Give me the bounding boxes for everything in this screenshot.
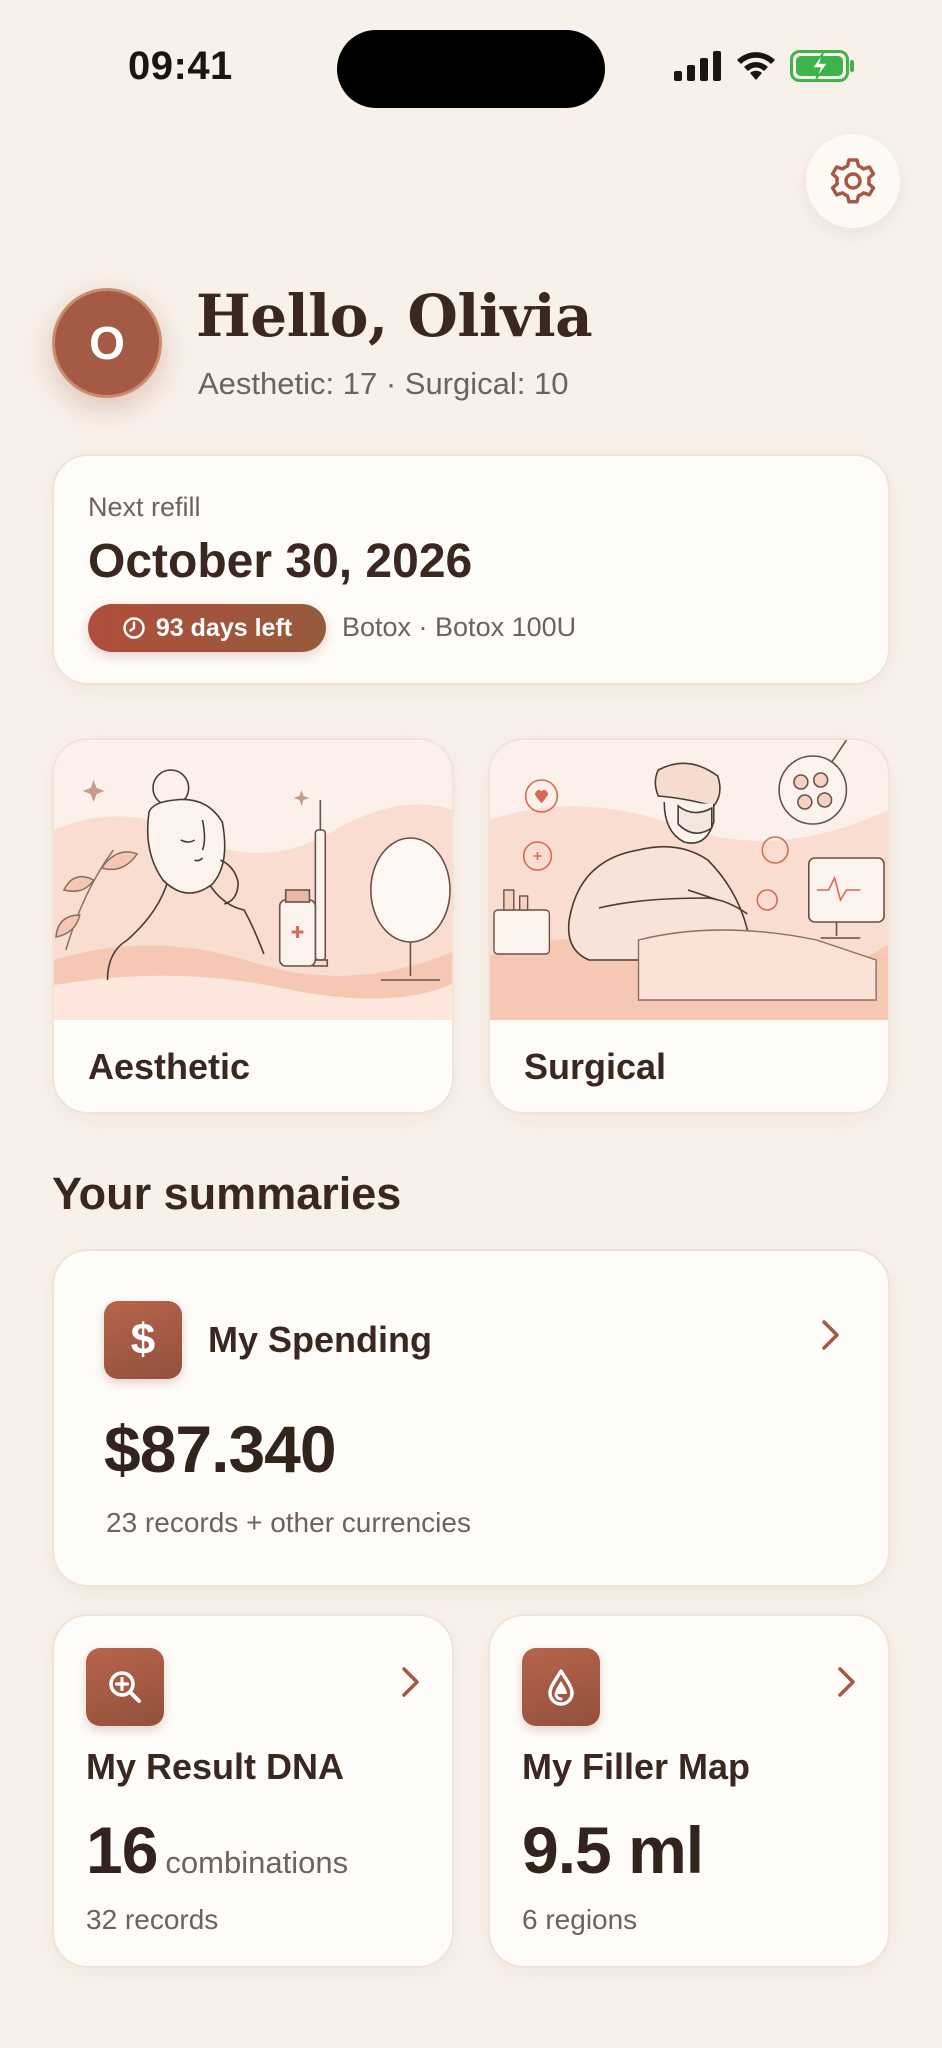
aesthetic-label: Aesthetic [88, 1046, 251, 1087]
days-left-badge: 93 days left [88, 604, 326, 652]
my-result-dna-card[interactable]: My Result DNA 16 combinations 32 records [52, 1614, 454, 1968]
aesthetic-illustration [54, 740, 452, 1020]
result-dna-number: 16 [86, 1813, 158, 1887]
dynamic-island [337, 30, 605, 108]
result-dna-title: My Result DNA [86, 1746, 345, 1787]
result-dna-value: 16 combinations [86, 1812, 348, 1888]
greeting-title: Hello, Olivia [196, 282, 593, 350]
surgical-illustration [490, 740, 888, 1020]
refill-treatment: Botox · Botox 100U [342, 612, 577, 642]
refill-label: Next refill [88, 492, 201, 522]
status-time: 09:41 [128, 44, 233, 88]
magnifier-plus-icon [86, 1648, 164, 1726]
refill-date: October 30, 2026 [88, 535, 473, 588]
surgical-label: Surgical [524, 1046, 667, 1087]
result-dna-subtitle: 32 records [86, 1904, 219, 1935]
cellular-signal-icon [674, 51, 721, 81]
droplet-icon [522, 1648, 600, 1726]
filler-map-value: 9.5 ml [522, 1813, 704, 1887]
surgical-category-card[interactable]: Surgical [488, 738, 890, 1114]
battery-charging-icon [790, 50, 854, 82]
my-spending-card[interactable]: $ My Spending $87.340 23 records + other… [52, 1249, 890, 1587]
wifi-icon [737, 52, 775, 80]
avatar[interactable]: O [52, 288, 162, 398]
dollar-icon: $ [104, 1301, 182, 1379]
spending-amount: $87.340 [104, 1412, 337, 1486]
summaries-heading: Your summaries [52, 1168, 402, 1219]
status-icons [674, 50, 856, 82]
chevron-right-icon[interactable] [834, 1664, 860, 1700]
chevron-right-icon[interactable] [818, 1317, 844, 1353]
next-refill-card[interactable]: Next refill October 30, 2026 93 days lef… [52, 454, 890, 685]
aesthetic-category-card[interactable]: Aesthetic [52, 738, 454, 1114]
treatment-counts: Aesthetic: 17 · Surgical: 10 [198, 366, 569, 401]
chevron-right-icon[interactable] [398, 1664, 424, 1700]
spending-title: My Spending [208, 1319, 432, 1360]
filler-map-subtitle: 6 regions [522, 1904, 638, 1935]
spending-subtitle: 23 records + other currencies [106, 1507, 471, 1538]
clock-icon [123, 617, 145, 639]
gear-icon [830, 158, 876, 204]
result-dna-unit: combinations [165, 1845, 349, 1880]
filler-map-title: My Filler Map [522, 1746, 751, 1787]
settings-button[interactable] [806, 134, 900, 228]
days-left-text: 93 days left [155, 613, 293, 642]
my-filler-map-card[interactable]: My Filler Map 9.5 ml 6 regions [488, 1614, 890, 1968]
dollar-glyph: $ [130, 1315, 156, 1364]
